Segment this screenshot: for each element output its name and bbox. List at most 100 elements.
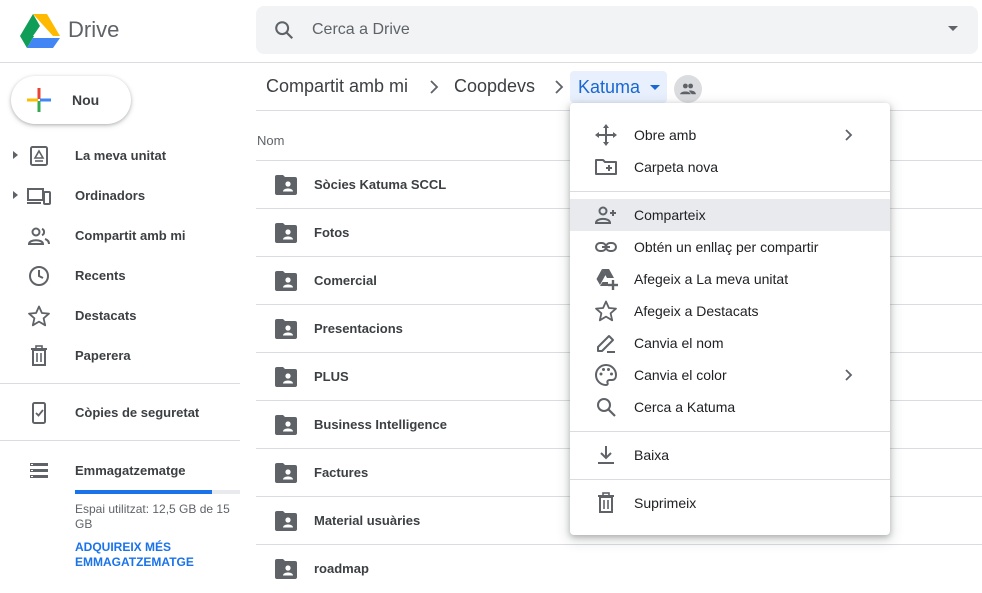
storage-usage-text: Espai utilitzat: 12,5 GB de 15 GB (75, 502, 230, 531)
column-header-name[interactable]: Nom (257, 133, 284, 148)
star-icon (28, 305, 50, 327)
menu-item-new-folder[interactable]: Carpeta nova (570, 151, 890, 183)
shared-folder-badge[interactable] (674, 75, 702, 103)
menu-item-search-within[interactable]: Cerca a Katuma (570, 391, 890, 423)
sidebar-item-label: Compartit amb mi (75, 228, 186, 243)
menu-item-label: Cerca a Katuma (634, 399, 736, 415)
breadcrumb-item-coopdevs[interactable]: Coopdevs (454, 76, 535, 97)
expand-arrow-icon[interactable] (13, 151, 18, 159)
menu-divider (570, 191, 890, 192)
menu-item-label: Canvia el nom (634, 335, 724, 351)
sidebar-divider (0, 383, 240, 384)
menu-item-add-to-my-drive[interactable]: Afegeix a La meva unitat (570, 263, 890, 295)
people-icon (680, 83, 696, 95)
folder-name: Business Intelligence (314, 417, 447, 432)
menu-divider (570, 479, 890, 480)
shared-folder-icon (275, 463, 297, 483)
shared-folder-icon (275, 319, 297, 339)
sidebar-item-label: Recents (75, 268, 126, 283)
search-icon (597, 398, 616, 417)
menu-item-label: Carpeta nova (634, 159, 719, 175)
star-outline-icon (595, 300, 617, 322)
sidebar-item-shared-with-me[interactable]: Compartit amb mi (0, 215, 240, 255)
menu-item-get-link[interactable]: Obtén un enllaç per compartir (570, 231, 890, 263)
sidebar-item-label: Paperera (75, 348, 131, 363)
sidebar-item-label: Ordinadors (75, 188, 146, 203)
sidebar-item-backups[interactable]: Còpies de seguretat (0, 392, 240, 432)
search-bar[interactable] (256, 6, 978, 54)
shared-folder-icon (275, 223, 297, 243)
sidebar-item-label: Destacats (75, 308, 137, 323)
folder-name: Comercial (314, 273, 377, 288)
move-arrows-icon (595, 124, 617, 146)
search-options-dropdown-icon[interactable] (948, 26, 958, 31)
menu-item-add-to-starred[interactable]: Afegeix a Destacats (570, 295, 890, 327)
link-icon (595, 242, 617, 252)
menu-item-label: Comparteix (634, 207, 706, 223)
menu-item-label: Baixa (634, 447, 670, 463)
sidebar-item-storage[interactable]: Emmagatzematge (0, 450, 240, 490)
new-folder-icon (595, 159, 617, 175)
context-menu: Obre amb Carpeta nova Comparteix Obtén u… (570, 103, 890, 535)
storage-usage-bar (75, 490, 240, 494)
backup-device-icon (32, 402, 46, 424)
sidebar-item-recent[interactable]: Recents (0, 255, 240, 295)
search-input[interactable] (312, 18, 912, 42)
download-icon (598, 446, 614, 464)
menu-item-share[interactable]: Comparteix (570, 199, 890, 231)
menu-item-open-with[interactable]: Obre amb (570, 119, 890, 151)
folder-name: roadmap (314, 561, 369, 576)
add-to-drive-icon (596, 269, 618, 290)
sidebar-item-starred[interactable]: Destacats (0, 295, 240, 335)
chevron-right-icon (845, 129, 853, 141)
shared-folder-icon (275, 367, 297, 387)
add-person-icon (594, 206, 616, 224)
chevron-right-icon (845, 369, 853, 381)
table-row[interactable]: roadmap (256, 544, 982, 592)
breadcrumb-item-shared-with-me[interactable]: Compartit amb mi (266, 76, 408, 97)
shared-folder-icon (275, 415, 297, 435)
menu-item-delete[interactable]: Suprimeix (570, 487, 890, 519)
pencil-icon (597, 335, 615, 353)
menu-item-download[interactable]: Baixa (570, 439, 890, 471)
trash-icon (31, 345, 47, 366)
drive-logo-icon[interactable] (20, 12, 60, 48)
menu-item-label: Suprimeix (634, 495, 697, 511)
menu-divider (570, 431, 890, 432)
menu-item-label: Obre amb (634, 127, 697, 143)
menu-item-rename[interactable]: Canvia el nom (570, 327, 890, 359)
sidebar-item-my-drive[interactable]: La meva unitat (0, 135, 240, 175)
menu-item-label: Afegeix a La meva unitat (634, 271, 789, 287)
chevron-right-icon (430, 80, 439, 94)
menu-item-label: Canvia el color (634, 367, 727, 383)
chevron-right-icon (555, 80, 564, 94)
computers-icon (27, 188, 51, 205)
shared-folder-icon (275, 175, 297, 195)
sidebar-item-computers[interactable]: Ordinadors (0, 175, 240, 215)
folder-name: PLUS (314, 369, 349, 384)
new-button[interactable]: Nou (11, 76, 131, 124)
plus-icon (27, 88, 51, 112)
breadcrumb-current-folder[interactable]: Katuma (570, 71, 667, 103)
folder-name: Material usuàries (314, 513, 421, 528)
top-bar: Drive (0, 0, 982, 63)
shared-folder-icon (275, 559, 297, 579)
trash-icon (598, 492, 614, 513)
folder-name: Sòcies Katuma SCCL (314, 177, 447, 192)
breadcrumb-current-label: Katuma (578, 77, 641, 97)
storage-label: Emmagatzematge (75, 463, 186, 478)
sidebar-item-trash[interactable]: Paperera (0, 335, 240, 375)
expand-arrow-icon[interactable] (13, 191, 18, 199)
storage-icon (30, 463, 48, 478)
my-drive-icon (30, 146, 48, 166)
buy-storage-link[interactable]: ADQUIREIX MÉS EMMAGATZEMATGE (75, 540, 240, 570)
sidebar-divider (0, 440, 240, 441)
menu-item-change-color[interactable]: Canvia el color (570, 359, 890, 391)
search-icon[interactable] (273, 19, 295, 41)
shared-folder-icon (275, 271, 297, 291)
sidebar-item-label: Còpies de seguretat (75, 405, 200, 420)
sidebar-item-label: La meva unitat (75, 148, 167, 163)
app-name[interactable]: Drive (68, 17, 119, 43)
storage-usage-fill (75, 490, 212, 494)
shared-folder-icon (275, 511, 297, 531)
